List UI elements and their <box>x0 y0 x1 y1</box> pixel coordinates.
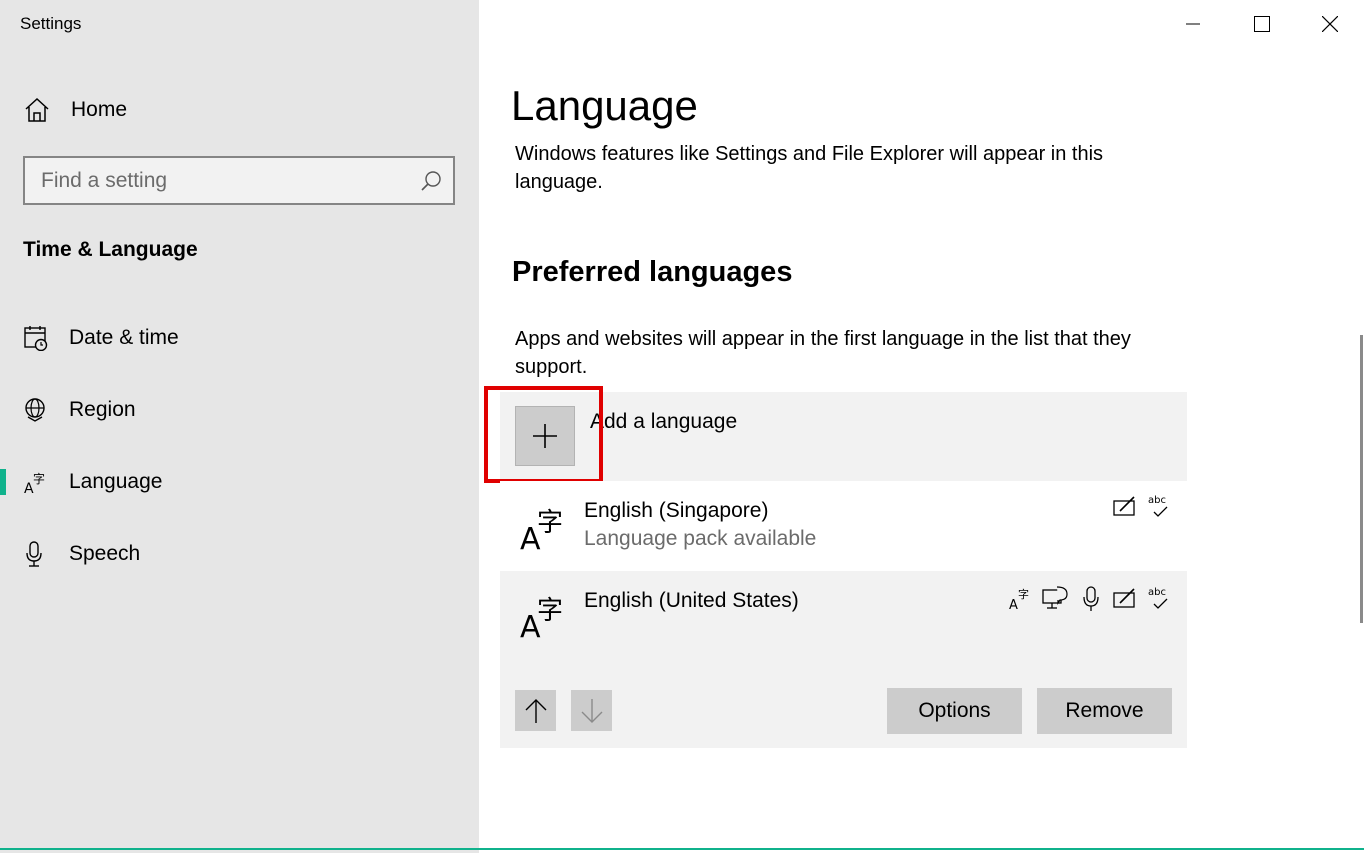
windows-display-description: Windows features like Settings and File … <box>515 143 1104 193</box>
globe-icon <box>25 398 45 422</box>
calendar-clock-icon <box>24 326 48 351</box>
section-title: Time & Language <box>23 238 198 261</box>
svg-text:字: 字 <box>33 471 45 486</box>
arrow-up-icon <box>525 698 546 723</box>
scrollbar-thumb[interactable] <box>1360 335 1363 623</box>
speech-recognition-icon <box>1083 586 1099 611</box>
language-icon: A 字 <box>520 596 563 641</box>
home-nav-item[interactable]: Home <box>24 94 454 126</box>
minimize-button[interactable] <box>1159 0 1227 48</box>
display-language-icon: A 字 <box>1009 587 1029 613</box>
sidebar-item-label: Date & time <box>69 326 179 349</box>
home-label: Home <box>71 98 128 121</box>
sidebar: Settings Home Time & Language Date & tim… <box>0 0 479 853</box>
sidebar-item-label: Region <box>69 398 136 421</box>
language-name: English (Singapore) <box>584 499 769 522</box>
sidebar-item-label: Speech <box>69 542 141 565</box>
svg-text:字: 字 <box>537 508 563 538</box>
sidebar-item-date-time[interactable]: Date & time <box>0 312 479 364</box>
microphone-icon <box>26 541 42 567</box>
add-language-button[interactable] <box>515 406 575 466</box>
language-icon: A 字 <box>520 508 563 553</box>
home-icon <box>25 97 49 122</box>
svg-text:abc: abc <box>1148 495 1166 506</box>
move-down-button[interactable] <box>571 690 612 731</box>
handwriting-icon <box>1113 588 1135 608</box>
preferred-languages-description: Apps and websites will appear in the fir… <box>515 328 1131 378</box>
language-name: English (United States) <box>584 589 799 612</box>
maximize-button[interactable] <box>1228 0 1296 48</box>
page-title: Language <box>511 82 698 129</box>
close-icon <box>1322 16 1338 32</box>
language-subtitle: Language pack available <box>584 527 817 550</box>
arrow-down-icon <box>581 698 602 723</box>
sidebar-item-language[interactable]: A 字 Language <box>0 456 479 508</box>
svg-text:abc: abc <box>1148 587 1166 598</box>
search-box[interactable] <box>23 156 455 205</box>
minimize-icon <box>1186 23 1200 25</box>
search-input[interactable] <box>25 158 419 203</box>
maximize-icon <box>1254 16 1270 32</box>
remove-button[interactable]: Remove <box>1037 688 1172 734</box>
active-indicator <box>0 469 6 495</box>
language-item-english-singapore[interactable]: A 字 English (Singapore) Language pack av… <box>500 481 1187 571</box>
svg-text:字: 字 <box>1018 587 1029 601</box>
preferred-languages-heading: Preferred languages <box>512 256 793 288</box>
text-to-speech-icon <box>1042 586 1068 609</box>
language-icon: A 字 <box>24 471 45 495</box>
app-title: Settings <box>20 14 82 33</box>
options-button[interactable]: Options <box>887 688 1022 734</box>
add-language-label: Add a language <box>590 410 738 433</box>
sidebar-item-speech[interactable]: Speech <box>0 528 479 580</box>
search-icon[interactable] <box>419 169 443 193</box>
spellcheck-icon: abc <box>1148 495 1168 517</box>
svg-text:字: 字 <box>537 596 563 626</box>
close-button[interactable] <box>1296 0 1364 48</box>
move-up-button[interactable] <box>515 690 556 731</box>
language-item-english-united-states[interactable]: A 字 English (United States) A 字 abc Opti… <box>500 571 1187 748</box>
plus-icon <box>533 424 557 448</box>
add-language-row[interactable]: Add a language <box>500 392 1187 481</box>
handwriting-icon <box>1113 496 1135 516</box>
sidebar-item-region[interactable]: Region <box>0 384 479 436</box>
bottom-accent-line <box>0 848 1364 850</box>
svg-text:A: A <box>1009 598 1018 613</box>
spellcheck-icon: abc <box>1148 587 1168 609</box>
sidebar-item-label: Language <box>69 470 163 493</box>
